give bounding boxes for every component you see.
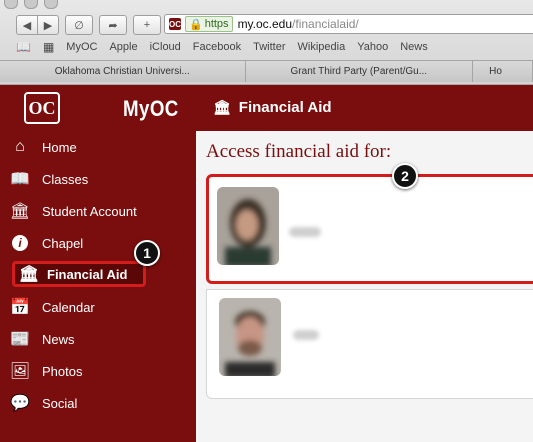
bank-icon: 🏛 xyxy=(18,266,40,283)
avatar xyxy=(219,298,281,376)
bookmark-item[interactable]: Facebook xyxy=(193,41,241,53)
bookmark-item[interactable]: Wikipedia xyxy=(298,41,346,53)
sidebar-item-news[interactable]: 📰 News xyxy=(10,325,75,353)
sidebar-item-label: Home xyxy=(42,139,77,155)
sidebar-item-label: Photos xyxy=(42,363,83,379)
url-path: /financialaid/ xyxy=(292,17,359,31)
favicon-icon: OC xyxy=(169,18,181,30)
reading-list-icon[interactable]: 📖 xyxy=(16,40,31,54)
url-bar[interactable]: OC 🔒 https my.oc.edu/financialaid/ xyxy=(164,14,533,34)
dependent-card[interactable] xyxy=(206,289,533,399)
callout-badge: 2 xyxy=(392,163,418,189)
plus-icon: + xyxy=(143,19,151,31)
bank-icon: 🏛 xyxy=(9,203,31,220)
sidebar-item-label: Chapel xyxy=(42,235,84,251)
section-heading: Access financial aid for: xyxy=(206,141,392,162)
home-icon: ⌂ xyxy=(15,138,25,155)
bank-icon: 🏛 xyxy=(213,99,231,115)
lock-icon: 🔒 xyxy=(189,18,203,31)
back-button[interactable]: ◀ xyxy=(16,15,38,35)
bookmark-item[interactable]: Yahoo xyxy=(357,41,388,53)
browser-nav: ◀ ▶ ∅ ➦ + xyxy=(16,14,161,36)
zoom-window-button[interactable] xyxy=(44,0,58,9)
brand-name[interactable]: MyOC xyxy=(123,96,179,122)
top-sites-icon[interactable]: ▦ xyxy=(43,40,54,54)
history-button[interactable]: ∅ xyxy=(65,15,93,35)
sidebar-item-social[interactable]: 💬 Social xyxy=(10,389,77,417)
bookmark-item[interactable]: MyOC xyxy=(66,41,97,53)
window-controls xyxy=(4,0,58,9)
sidebar-item-label: Classes xyxy=(42,171,89,187)
close-window-button[interactable] xyxy=(4,0,18,9)
history-icon: ∅ xyxy=(74,19,84,32)
page-title: 🏛 Financial Aid xyxy=(213,99,332,116)
browser-tab[interactable]: Ho xyxy=(473,60,533,82)
oc-logo[interactable]: OC xyxy=(24,92,60,124)
sidebar-item-classes[interactable]: 📖 Classes xyxy=(10,165,88,193)
avatar-photo xyxy=(217,187,279,265)
browser-tab[interactable]: Oklahoma Christian Universi... xyxy=(0,60,246,82)
avatar xyxy=(217,187,279,265)
app-header: OC MyOC 🏛 Financial Aid xyxy=(0,85,533,131)
dependent-card[interactable] xyxy=(206,174,533,284)
browser-tab[interactable]: Grant Third Party (Parent/Gu... xyxy=(245,60,474,82)
sidebar-item-label: Student Account xyxy=(42,203,137,219)
share-icon: ➦ xyxy=(108,19,118,32)
bookmark-item[interactable]: iCloud xyxy=(150,41,181,53)
sidebar-item-financial-aid[interactable]: 🏛 Financial Aid xyxy=(12,261,146,287)
student-name xyxy=(293,330,319,340)
book-icon: 📖 xyxy=(10,171,30,188)
info-icon: i xyxy=(10,235,30,251)
share-button[interactable]: ➦ xyxy=(99,15,127,35)
callout-badge: 1 xyxy=(134,240,160,266)
sidebar-item-home[interactable]: ⌂ Home xyxy=(10,133,77,161)
avatar-photo xyxy=(219,298,281,376)
main-content: Access financial aid for: xyxy=(196,131,533,442)
student-name xyxy=(289,227,321,237)
sidebar-item-label: Calendar xyxy=(42,299,95,315)
back-arrow-icon: ◀ xyxy=(22,19,32,32)
secure-badge[interactable]: 🔒 https xyxy=(185,16,233,32)
new-tab-button[interactable]: + xyxy=(133,15,161,35)
sidebar-item-calendar[interactable]: 📅 Calendar xyxy=(10,293,95,321)
chat-icon: 💬 xyxy=(10,395,30,412)
sidebar-item-label: Financial Aid xyxy=(47,266,128,282)
newspaper-icon: 📰 xyxy=(10,331,30,348)
bookmark-item[interactable]: Apple xyxy=(109,41,137,53)
browser-chrome: ◀ ▶ ∅ ➦ + OC 🔒 https my.oc.edu/financiala… xyxy=(0,0,533,85)
page-title-text: Financial Aid xyxy=(238,99,332,116)
sidebar-item-chapel[interactable]: i Chapel xyxy=(10,229,83,257)
bookmark-item[interactable]: Twitter xyxy=(253,41,285,53)
tab-strip: Oklahoma Christian Universi... Grant Thi… xyxy=(0,60,533,82)
sidebar-item-student-account[interactable]: 🏛 Student Account xyxy=(10,197,137,225)
bookmark-item[interactable]: News xyxy=(400,41,428,53)
forward-button[interactable]: ▶ xyxy=(37,15,59,35)
photo-icon: 🖼 xyxy=(9,363,31,380)
sidebar-item-photos[interactable]: 🖼 Photos xyxy=(9,357,83,385)
url-host: my.oc.edu xyxy=(237,17,293,31)
sidebar-item-label: Social xyxy=(42,395,78,411)
sidebar-item-label: News xyxy=(42,331,75,347)
minimize-window-button[interactable] xyxy=(24,0,38,9)
sidebar: ⌂ Home 📖 Classes 🏛 Student Account i Cha… xyxy=(0,131,196,442)
bookmarks-bar: 📖 ▦ MyOC Apple iCloud Facebook Twitter W… xyxy=(16,38,428,56)
calendar-icon: 📅 xyxy=(10,299,30,316)
forward-arrow-icon: ▶ xyxy=(43,19,53,32)
